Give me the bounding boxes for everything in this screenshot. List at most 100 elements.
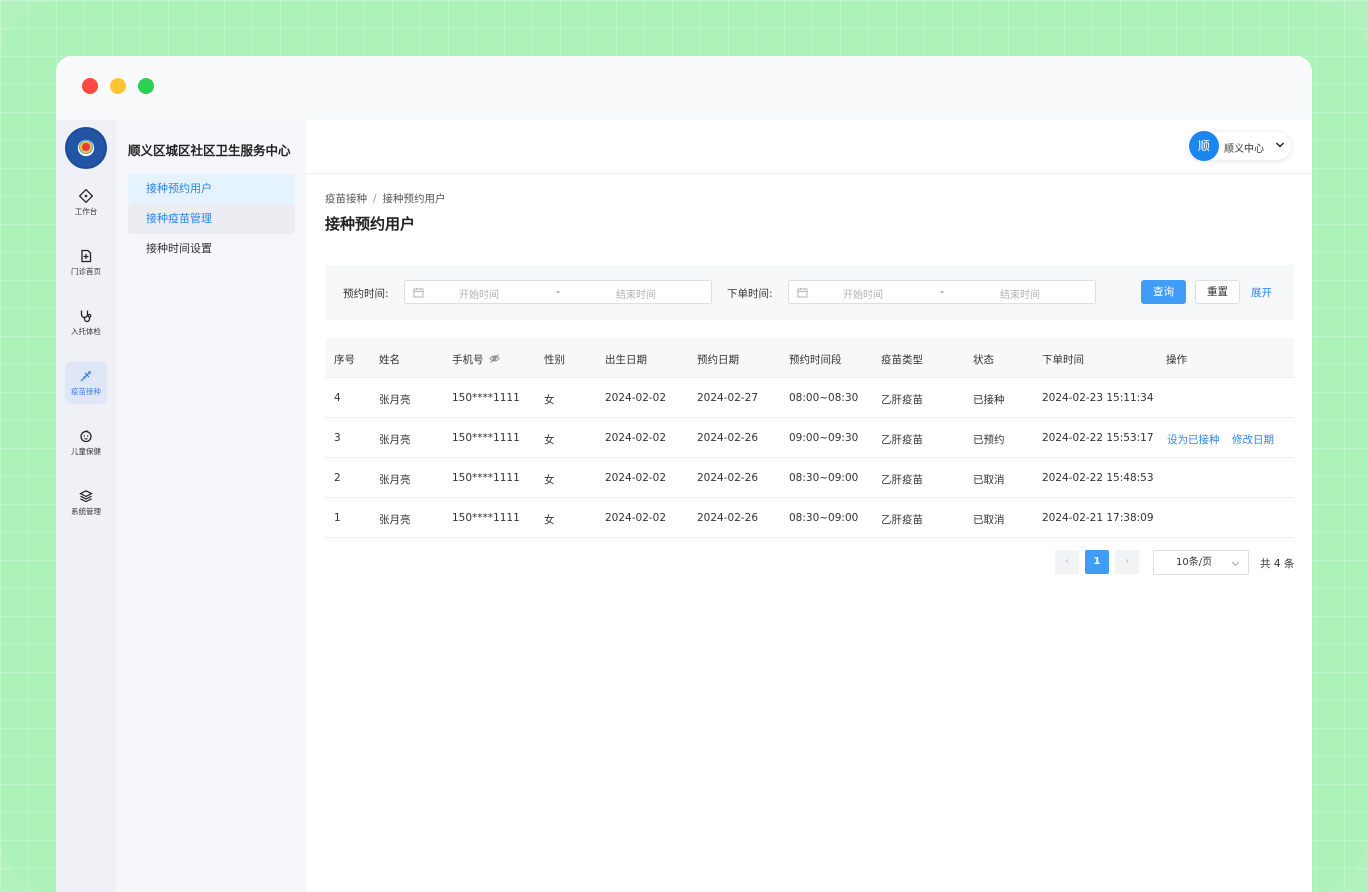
next-page-button[interactable]: › [1115, 550, 1139, 574]
rail-item-checkup[interactable]: 入托体检 [65, 302, 107, 344]
page-size-select[interactable]: 10条/页 [1153, 550, 1249, 575]
cell-gender: 女 [544, 394, 555, 406]
rail-label: 系统管理 [71, 507, 101, 516]
cell-name: 张月亮 [379, 474, 411, 486]
org-logo [65, 127, 107, 169]
rail-item-system[interactable]: 系统管理 [65, 482, 107, 524]
table-row: 2 张月亮 150****1111 女 2024-02-02 2024-02-2… [325, 458, 1294, 498]
cell-no: 4 [334, 392, 341, 404]
cell-birth-date: 2024-02-02 [605, 472, 667, 484]
main-content: 顺 顺义中心 疫苗接种 / 接种预约用户 接种预约用户 预约时间: 开始时间 - 结… [306, 120, 1312, 892]
cell-order-time: 2024-02-21 17:38:09 [1042, 512, 1154, 524]
column-header: 状态 [973, 354, 994, 366]
expand-link[interactable]: 展开 [1251, 285, 1272, 300]
end-time-input[interactable]: 结束时间 [616, 286, 656, 301]
appointment-time-range[interactable]: 开始时间 - 结束时间 [404, 280, 712, 304]
table-row: 4 张月亮 150****1111 女 2024-02-02 2024-02-2… [325, 378, 1294, 418]
title-bar [56, 56, 1312, 120]
cell-gender: 女 [544, 474, 555, 486]
cell-name: 张月亮 [379, 434, 411, 446]
cell-time-slot: 08:30~09:00 [789, 472, 859, 484]
breadcrumb-item[interactable]: 疫苗接种 [325, 193, 367, 205]
menu-item-vaccine-management[interactable]: 接种疫苗管理 [128, 204, 295, 234]
column-header-phone: 手机号 [452, 352, 500, 367]
table-row: 3 张月亮 150****1111 女 2024-02-02 2024-02-2… [325, 418, 1294, 458]
rail-item-workbench[interactable]: 工作台 [65, 182, 107, 224]
reset-button[interactable]: 重置 [1195, 280, 1240, 304]
range-separator: - [556, 285, 560, 298]
menu-item-appointments[interactable]: 接种预约用户 [128, 174, 295, 204]
syringe-icon [80, 370, 92, 382]
secondary-menu: 顺义区城区社区卫生服务中心 接种预约用户 接种疫苗管理 接种时间设置 [116, 120, 306, 892]
column-header: 性别 [544, 354, 565, 366]
workbench-icon [79, 189, 93, 203]
rail-label: 入托体检 [71, 327, 101, 336]
app-window: 工作台 门诊首页 入托体检 疫苗接种 儿童保健 系统管理 顺义区城区社区卫生服务… [56, 56, 1312, 892]
start-time-input[interactable]: 开始时间 [459, 286, 499, 301]
cell-appointment-date: 2024-02-26 [697, 472, 759, 484]
cell-appointment-date: 2024-02-26 [697, 512, 759, 524]
end-time-input[interactable]: 结束时间 [1000, 286, 1040, 301]
menu-item-time-settings[interactable]: 接种时间设置 [128, 234, 295, 264]
cell-vaccine-type: 乙肝疫苗 [881, 394, 923, 406]
cell-birth-date: 2024-02-02 [605, 432, 667, 444]
cell-name: 张月亮 [379, 394, 411, 406]
cell-order-time: 2024-02-22 15:48:53 [1042, 472, 1154, 484]
column-header: 下单时间 [1042, 354, 1084, 366]
breadcrumb-separator: / [373, 193, 377, 205]
cell-name: 张月亮 [379, 514, 411, 526]
cell-order-time: 2024-02-23 15:11:34 [1042, 392, 1154, 404]
page-number-button[interactable]: 1 [1085, 550, 1109, 574]
column-header: 预约时间段 [789, 354, 842, 366]
cell-birth-date: 2024-02-02 [605, 512, 667, 524]
close-window-button[interactable] [82, 78, 98, 94]
chevron-down-icon [1231, 561, 1240, 567]
cell-birth-date: 2024-02-02 [605, 392, 667, 404]
cell-vaccine-type: 乙肝疫苗 [881, 474, 923, 486]
clinic-icon [81, 249, 92, 263]
maximize-window-button[interactable] [138, 78, 154, 94]
column-header: 姓名 [379, 354, 400, 366]
column-header: 出生日期 [605, 354, 647, 366]
cell-time-slot: 08:30~09:00 [789, 512, 859, 524]
rail-item-clinic[interactable]: 门诊首页 [65, 242, 107, 284]
cell-gender: 女 [544, 514, 555, 526]
column-header: 操作 [1166, 354, 1187, 366]
rail-label: 门诊首页 [71, 267, 101, 276]
rail-label: 疫苗接种 [71, 387, 101, 396]
query-button[interactable]: 查询 [1141, 280, 1186, 304]
rail-item-vaccine[interactable]: 疫苗接种 [65, 362, 107, 404]
layers-icon [79, 490, 93, 503]
minimize-window-button[interactable] [110, 78, 126, 94]
cell-status: 已取消 [973, 514, 1005, 526]
user-menu[interactable]: 顺 顺义中心 [1187, 131, 1291, 161]
column-header: 疫苗类型 [881, 354, 923, 366]
filter-bar: 预约时间: 开始时间 - 结束时间 下单时间: 开始时间 - 结束时间 查询 重… [325, 265, 1294, 320]
rail-item-child-care[interactable]: 儿童保健 [65, 422, 107, 464]
column-header: 手机号 [452, 354, 484, 366]
eye-icon[interactable] [488, 353, 500, 364]
calendar-icon [797, 288, 808, 298]
appointment-time-label: 预约时间: [343, 288, 389, 300]
table-row: 1 张月亮 150****1111 女 2024-02-02 2024-02-2… [325, 498, 1294, 538]
prev-page-button[interactable]: ‹ [1055, 550, 1079, 574]
cell-time-slot: 08:00~08:30 [789, 392, 859, 404]
order-time-range[interactable]: 开始时间 - 结束时间 [788, 280, 1096, 304]
order-time-label: 下单时间: [727, 288, 773, 300]
start-time-input[interactable]: 开始时间 [843, 286, 883, 301]
cell-status: 已接种 [973, 394, 1005, 406]
cell-phone: 150****1111 [452, 512, 520, 524]
cell-appointment-date: 2024-02-27 [697, 392, 759, 404]
stethoscope-icon [80, 310, 92, 323]
cell-appointment-date: 2024-02-26 [697, 432, 759, 444]
range-separator: - [940, 285, 944, 298]
calendar-icon [413, 288, 424, 298]
modify-date-link[interactable]: 修改日期 [1232, 432, 1274, 447]
breadcrumb-current: 接种预约用户 [382, 193, 446, 205]
top-bar: 顺 顺义中心 [306, 120, 1312, 174]
mark-vaccinated-link[interactable]: 设为已接种 [1167, 432, 1220, 447]
org-name: 顺义区城区社区卫生服务中心 [128, 143, 291, 158]
cell-phone: 150****1111 [452, 472, 520, 484]
cell-phone: 150****1111 [452, 432, 520, 444]
child-icon [80, 430, 92, 443]
